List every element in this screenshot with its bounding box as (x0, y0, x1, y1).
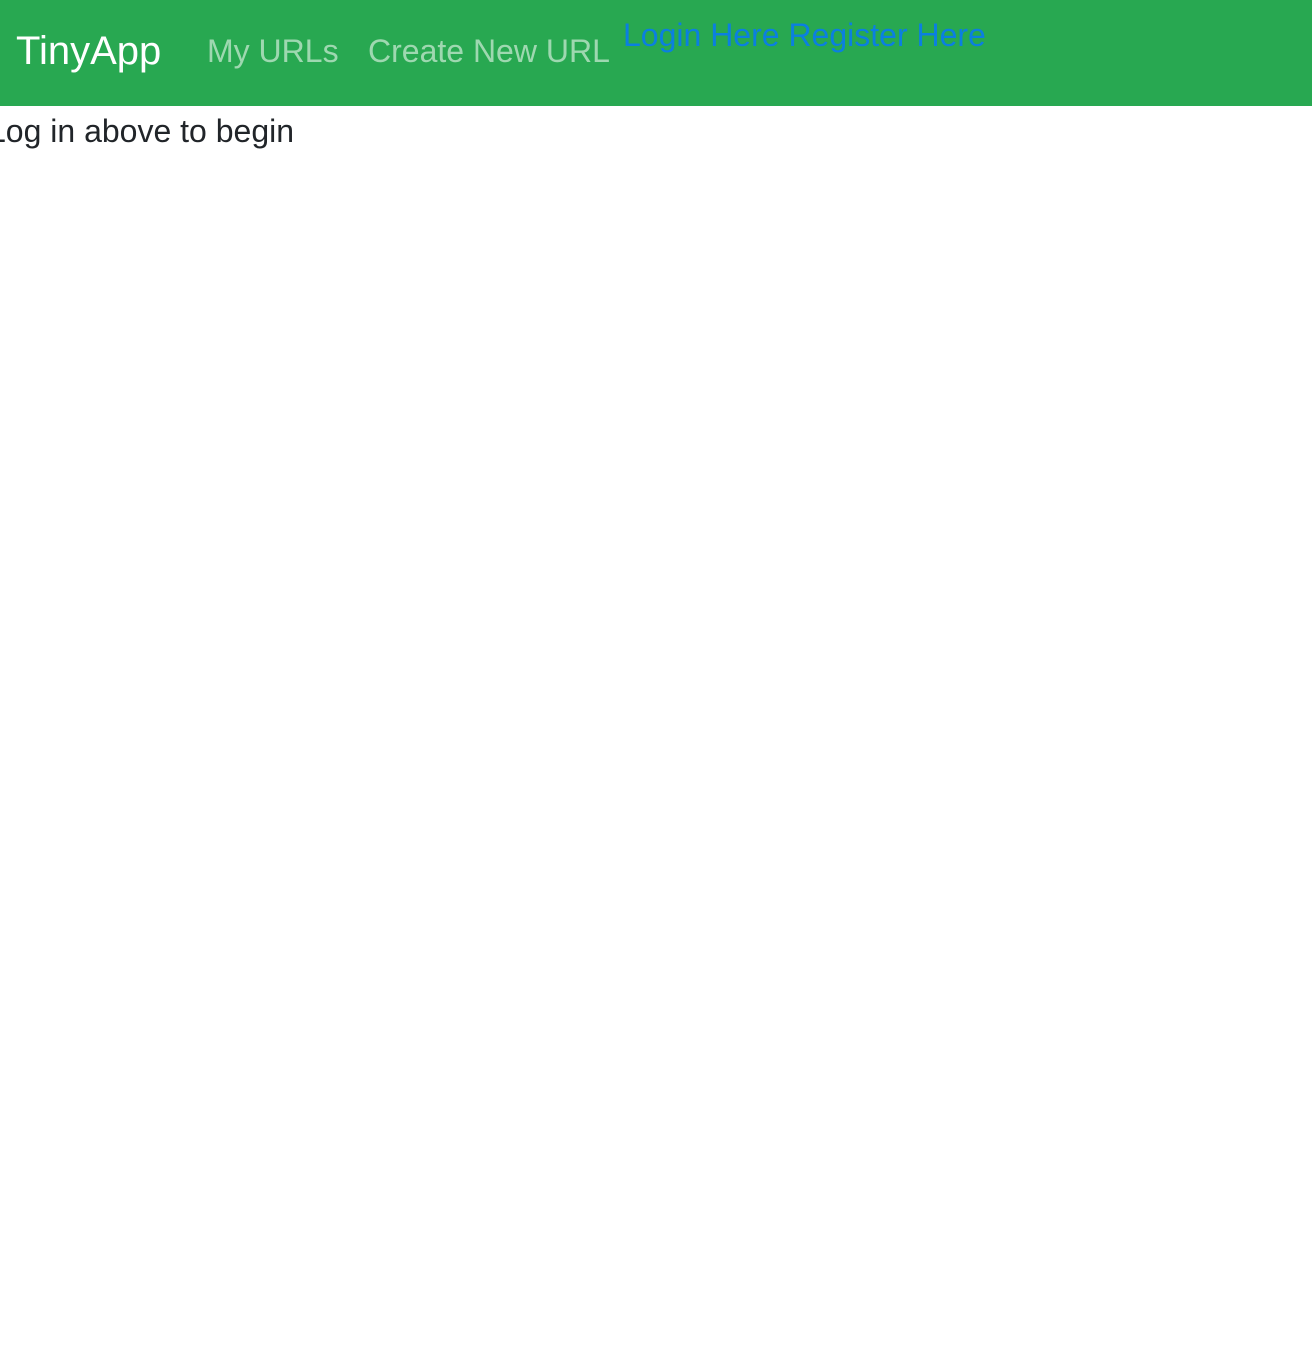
register-link[interactable]: Register Here (788, 17, 985, 53)
nav-create-new-url-link[interactable]: Create New URL (368, 32, 610, 70)
top-navbar: TinyApp My URLs Create New URL Login Her… (0, 0, 1312, 106)
nav-my-urls-link[interactable]: My URLs (207, 32, 339, 70)
login-prompt-message: Log in above to begin (0, 113, 295, 149)
auth-links: Login Here Register Here (623, 16, 986, 54)
brand-link[interactable]: TinyApp (16, 28, 161, 74)
login-link[interactable]: Login Here (623, 17, 780, 53)
